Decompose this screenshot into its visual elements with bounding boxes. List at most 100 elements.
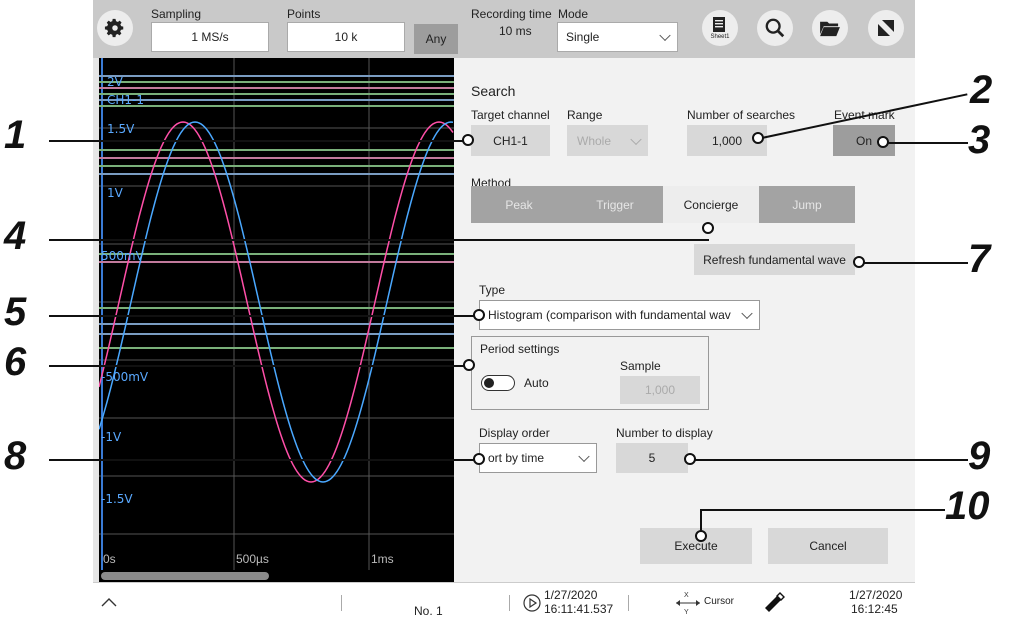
- sampling-field[interactable]: 1 MS/s: [151, 22, 269, 52]
- callout-dot-10: [695, 530, 707, 542]
- waveform-graph: [99, 58, 454, 570]
- points-label: Points: [287, 7, 321, 21]
- range-value: Whole: [577, 133, 612, 148]
- method-concierge[interactable]: Concierge: [663, 186, 759, 223]
- refresh-fundamental-wave-button[interactable]: Refresh fundamental wave: [694, 244, 855, 275]
- auto-toggle[interactable]: [481, 375, 515, 391]
- cancel-button[interactable]: Cancel: [768, 528, 888, 564]
- status-bar: No. 1 1/27/2020 16:11:41.537 X Y Cursor …: [93, 582, 915, 621]
- record-number: No. 1: [414, 604, 443, 618]
- callout-6: 6: [4, 340, 27, 384]
- waveform-display[interactable]: 2V CH1-1 1.5V 1V 500mV -500mV -1V -1.5V …: [99, 58, 454, 582]
- callout-dot-5: [473, 309, 485, 321]
- resize-arrow-icon: [878, 20, 894, 36]
- callout-line-5: [49, 315, 479, 317]
- callout-dot-2: [752, 132, 764, 144]
- callout-3: 3: [968, 118, 991, 162]
- toggle-knob: [484, 378, 494, 388]
- folder-button[interactable]: [812, 10, 848, 46]
- clock-time: 16:12:45: [851, 602, 898, 616]
- grid-lines: [99, 58, 454, 570]
- callout-dot-7: [853, 256, 865, 268]
- y-tick-minus-1-5v: -1.5V: [101, 492, 133, 506]
- status-divider: [341, 595, 342, 611]
- status-divider: [628, 595, 629, 611]
- points-field[interactable]: 10 k: [287, 22, 405, 52]
- callout-line-8: [49, 459, 479, 461]
- period-settings-label: Period settings: [480, 342, 560, 356]
- any-button[interactable]: Any: [414, 24, 458, 54]
- channel-label: CH1-1: [107, 93, 145, 107]
- chevron-down-icon: [578, 450, 590, 463]
- scrollbar-thumb[interactable]: [101, 572, 269, 580]
- app-window: Sampling 1 MS/s Points 10 k Any Recordin…: [93, 0, 915, 621]
- cursor-label: Cursor: [704, 596, 735, 607]
- auto-label: Auto: [524, 376, 549, 390]
- callout-10: 10: [945, 484, 990, 528]
- top-bar: Sampling 1 MS/s Points 10 k Any Recordin…: [93, 0, 915, 58]
- period-settings-group: Period settings Auto Sample 1,000: [471, 336, 709, 410]
- number-to-display-field[interactable]: 5: [616, 443, 688, 473]
- callout-line-10: [700, 509, 945, 511]
- trigger-play-icon: [523, 594, 541, 612]
- callout-5: 5: [4, 290, 27, 334]
- callout-2: 2: [970, 68, 993, 112]
- method-jump[interactable]: Jump: [759, 186, 855, 223]
- chevron-up-icon[interactable]: [101, 597, 117, 607]
- method-peak[interactable]: Peak: [471, 186, 567, 223]
- sheet-button[interactable]: Sheet1: [702, 10, 738, 46]
- type-select[interactable]: Histogram (comparison with fundamental w…: [479, 300, 760, 330]
- target-channel-field[interactable]: CH1-1: [471, 125, 550, 156]
- callout-line-7: [859, 262, 968, 264]
- folder-open-icon: [820, 21, 840, 37]
- y-tick-1v: 1V: [107, 186, 123, 200]
- y-tick-minus-1v: -1V: [101, 430, 122, 444]
- x-tick-1ms: 1ms: [371, 552, 394, 566]
- y-tick-2v: 2V: [107, 75, 123, 89]
- callout-4: 4: [4, 214, 27, 258]
- cursor-y-label: Y: [684, 609, 689, 616]
- trigger-time: 16:11:41.537: [544, 602, 614, 616]
- y-tick-minus-500mv: -500mV: [101, 370, 149, 384]
- range-select[interactable]: Whole: [567, 125, 648, 156]
- callout-dot-6: [463, 359, 475, 371]
- sampling-label: Sampling: [151, 7, 202, 21]
- sample-field[interactable]: 1,000: [620, 376, 700, 404]
- callout-1: 1: [4, 113, 27, 157]
- resize-button[interactable]: [868, 10, 904, 46]
- mode-label: Mode: [558, 7, 589, 21]
- search-button[interactable]: [757, 10, 793, 46]
- callout-line-9: [690, 459, 968, 461]
- chevron-down-icon: [630, 133, 642, 145]
- display-order-select[interactable]: ort by time: [479, 443, 597, 473]
- callout-7: 7: [968, 237, 991, 281]
- callout-dot-1: [462, 134, 474, 146]
- callout-dot-9: [684, 453, 696, 465]
- search-icon: [765, 18, 785, 38]
- usb-drive-icon: [765, 592, 785, 612]
- cursor-icon[interactable]: X Y: [675, 589, 701, 617]
- search-title: Search: [471, 83, 516, 99]
- x-tick-500us: 500µs: [236, 552, 269, 566]
- recording-time-label: Recording time: [471, 7, 552, 21]
- sheet-label: Sheet1: [710, 34, 730, 40]
- callout-dot-8: [473, 453, 485, 465]
- trigger-date: 1/27/2020: [544, 588, 598, 602]
- gear-icon: [104, 18, 124, 38]
- method-trigger[interactable]: Trigger: [567, 186, 663, 223]
- waveform-scrollbar[interactable]: [99, 570, 454, 582]
- display-order-value: ort by time: [488, 451, 545, 465]
- callout-dot-3: [877, 136, 889, 148]
- display-order-label: Display order: [479, 426, 550, 440]
- callout-line-1: [49, 140, 469, 142]
- callout-9: 9: [968, 434, 991, 478]
- y-tick-500mv: 500mV: [101, 249, 144, 263]
- target-channel-label: Target channel: [471, 108, 550, 122]
- search-panel: Search Target channel CH1-1 Range Whole …: [454, 58, 915, 582]
- number-to-display-label: Number to display: [616, 426, 713, 440]
- range-label: Range: [567, 108, 603, 122]
- number-of-searches-label: Number of searches: [687, 108, 796, 122]
- mode-select[interactable]: Single: [557, 22, 678, 52]
- sample-label: Sample: [620, 359, 661, 373]
- settings-button[interactable]: [97, 10, 133, 46]
